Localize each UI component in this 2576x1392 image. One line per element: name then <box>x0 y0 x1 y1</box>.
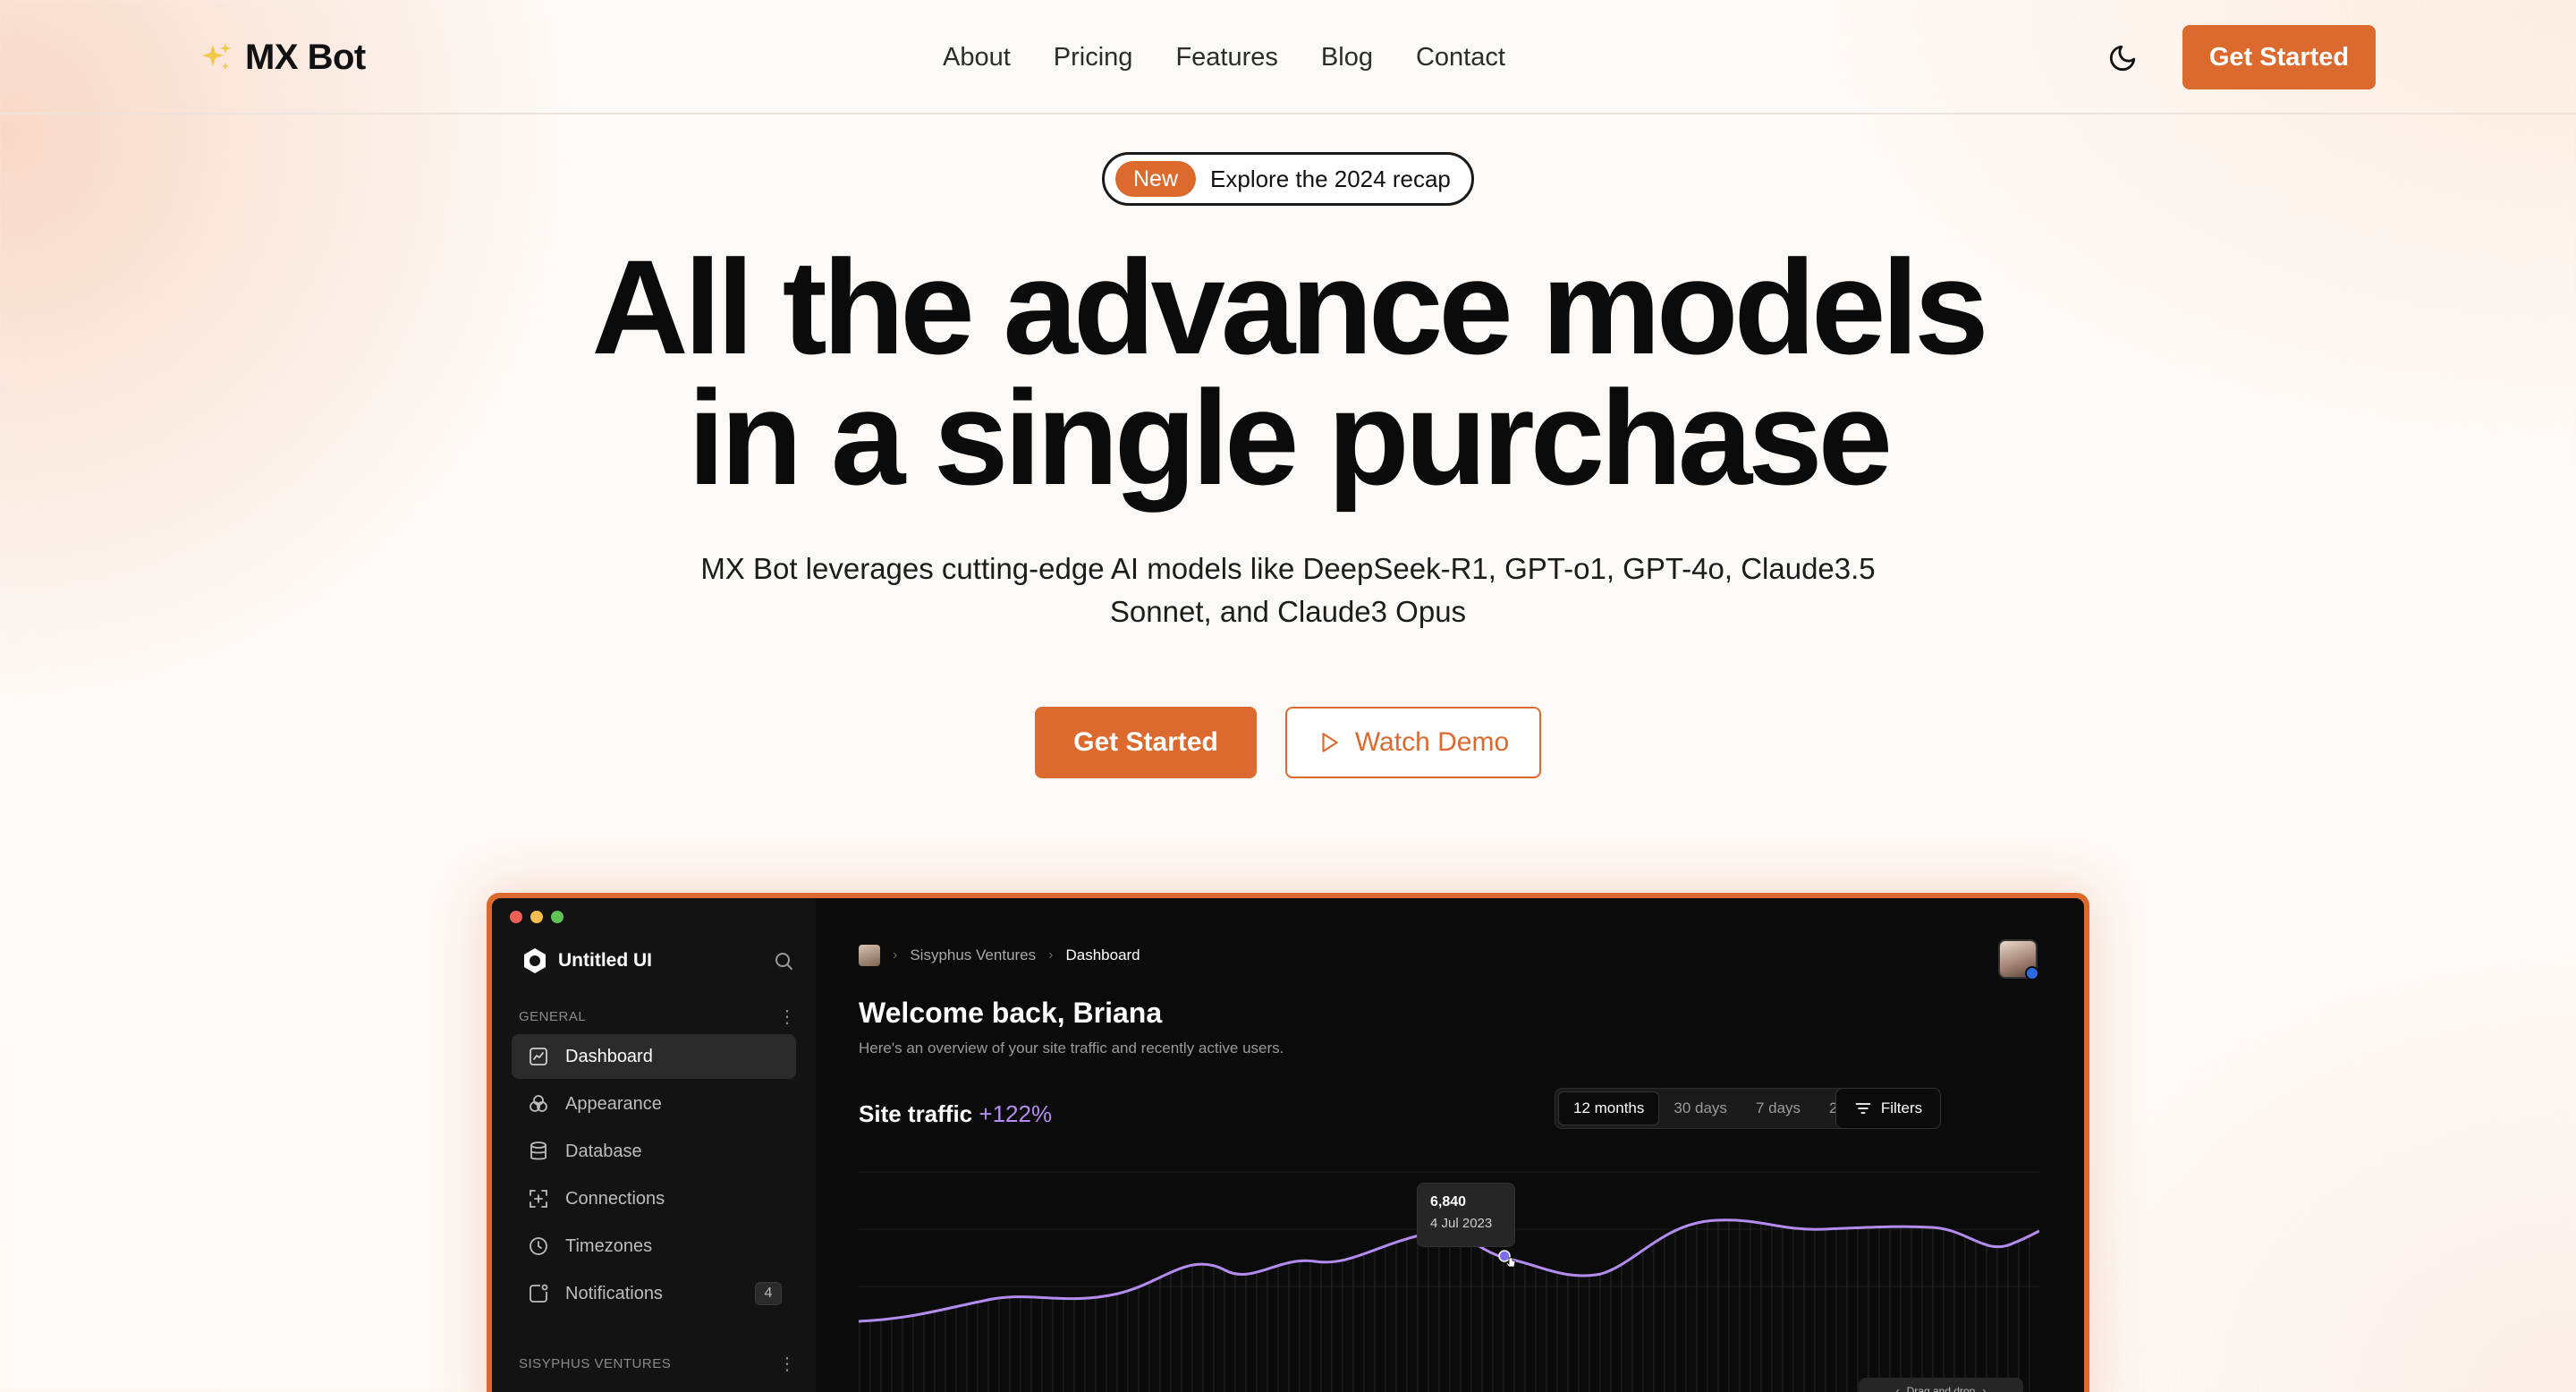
chevron-right-icon: › <box>893 947 898 963</box>
brand-name: MX Bot <box>245 37 366 77</box>
hero-subtitle-line-1: MX Bot leverages cutting-edge AI models … <box>700 552 1876 585</box>
sidebar-item-label: Appearance <box>565 1093 662 1114</box>
welcome-subtitle: Here's an overview of your site traffic … <box>859 1040 1284 1057</box>
tooltip-value: 6,840 <box>1430 1194 1467 1210</box>
chart-tooltip: 6,840 4 Jul 2023 <box>1417 1183 1515 1247</box>
nav-link-pricing[interactable]: Pricing <box>1054 43 1133 72</box>
drag-hint[interactable]: ‹ Drag and drop › <box>1859 1378 2023 1392</box>
site-traffic-change: +122% <box>979 1100 1053 1127</box>
hero-get-started-button[interactable]: Get Started <box>1035 707 1257 778</box>
preview-main: › Sisyphus Ventures › Dashboard Welcome … <box>816 898 2084 1392</box>
untitled-ui-logo-icon <box>524 948 546 973</box>
hero-subtitle: MX Bot leverages cutting-edge AI models … <box>662 547 1914 633</box>
tooltip-date: 4 Jul 2023 <box>1430 1216 1493 1231</box>
sparkles-icon <box>202 43 231 70</box>
nav-links: About Pricing Features Blog Contact <box>943 36 1505 79</box>
verified-icon <box>2025 966 2039 980</box>
theme-toggle-button[interactable] <box>2102 38 2143 79</box>
hero-title-line-1: All the advance models <box>591 232 1988 382</box>
app-name: Untitled UI <box>558 950 652 971</box>
filters-label: Filters <box>1880 1099 1923 1116</box>
range-30-days[interactable]: 30 days <box>1659 1091 1741 1125</box>
sidebar-section-general: GENERAL <box>519 1009 587 1024</box>
nav-link-about[interactable]: About <box>943 43 1011 72</box>
sidebar-item-connections[interactable]: Connections <box>512 1176 796 1221</box>
hero-title: All the advance models in a single purch… <box>394 240 2182 505</box>
watch-demo-button[interactable]: Watch Demo <box>1285 707 1541 778</box>
chevron-left-icon: ‹ <box>1895 1385 1900 1392</box>
sidebar-item-dashboard[interactable]: Dashboard <box>512 1034 796 1079</box>
range-7-days[interactable]: 7 days <box>1741 1091 1815 1125</box>
sidebar-item-appearance[interactable]: Appearance <box>512 1082 796 1126</box>
range-12-months[interactable]: 12 months <box>1558 1091 1660 1125</box>
org-avatar <box>859 945 880 966</box>
app-logo[interactable]: Untitled UI <box>521 946 652 975</box>
notifications-count-badge: 4 <box>755 1282 782 1305</box>
breadcrumb-org[interactable]: Sisyphus Ventures <box>910 946 1036 964</box>
top-navbar: MX Bot About Pricing Features Blog Conta… <box>0 0 2576 115</box>
nav-get-started-button[interactable]: Get Started <box>2182 25 2376 89</box>
workspace-menu-kebab-icon[interactable]: ⋮ <box>778 1353 796 1375</box>
welcome-title: Welcome back, Briana <box>859 997 1163 1029</box>
minimize-dot[interactable] <box>530 911 543 923</box>
sidebar-item-database[interactable]: Database <box>512 1129 796 1174</box>
announcement-text: Explore the 2024 recap <box>1210 165 1451 192</box>
hero-title-line-2: in a single purchase <box>687 362 1893 513</box>
hero-subtitle-line-2: Sonnet, and Claude3 Opus <box>1109 595 1467 628</box>
nav-link-contact[interactable]: Contact <box>1416 43 1505 72</box>
sidebar-item-label: Timezones <box>565 1235 653 1256</box>
sidebar-item-label: Connections <box>565 1188 665 1209</box>
brand-logo[interactable]: MX Bot <box>199 32 366 82</box>
new-badge: New <box>1115 161 1197 197</box>
app-preview: Untitled UI GENERAL ⋮ Dashboard Appearan… <box>492 898 2084 1392</box>
window-controls <box>510 911 564 923</box>
connections-icon <box>526 1186 551 1211</box>
drag-hint-label: Drag and drop <box>1906 1385 1976 1392</box>
sidebar-section-workspace: SISYPHUS VENTURES <box>519 1356 672 1371</box>
close-dot[interactable] <box>510 911 522 923</box>
breadcrumb: › Sisyphus Ventures › Dashboard <box>859 945 1140 966</box>
moon-icon <box>2109 45 2136 72</box>
nav-link-features[interactable]: Features <box>1175 43 1277 72</box>
play-icon <box>1322 733 1338 752</box>
sidebar-item-label: Notifications <box>565 1283 663 1303</box>
database-icon <box>526 1139 551 1164</box>
chart-hover-point[interactable] <box>1498 1250 1511 1262</box>
nav-link-blog[interactable]: Blog <box>1321 43 1373 72</box>
clock-icon <box>526 1234 551 1259</box>
announcement-pill[interactable]: New Explore the 2024 recap <box>1102 152 1474 206</box>
chart-icon <box>526 1044 551 1069</box>
bell-icon <box>526 1281 551 1306</box>
sidebar-item-timezones[interactable]: Timezones <box>512 1224 796 1269</box>
watch-demo-label: Watch Demo <box>1354 727 1510 757</box>
sidebar-item-label: Dashboard <box>565 1046 653 1066</box>
general-menu-kebab-icon[interactable]: ⋮ <box>778 1006 796 1028</box>
filter-lines-icon <box>1855 1103 1871 1114</box>
user-avatar[interactable] <box>1998 939 2039 980</box>
chevron-right-icon: › <box>1048 947 1054 963</box>
breadcrumb-current[interactable]: Dashboard <box>1065 946 1140 964</box>
filters-button[interactable]: Filters <box>1835 1088 1941 1129</box>
sidebar-item-notifications[interactable]: Notifications 4 <box>512 1271 796 1316</box>
site-traffic-label: Site traffic <box>859 1100 973 1127</box>
chevron-right-icon: › <box>1982 1385 1987 1392</box>
palette-icon <box>526 1091 551 1116</box>
preview-sidebar: Untitled UI GENERAL ⋮ Dashboard Appearan… <box>492 898 816 1392</box>
app-preview-frame: Untitled UI GENERAL ⋮ Dashboard Appearan… <box>487 893 2089 1392</box>
sidebar-item-label: Database <box>565 1141 642 1161</box>
maximize-dot[interactable] <box>551 911 564 923</box>
search-icon[interactable] <box>773 950 794 972</box>
site-traffic-heading: Site traffic +122% <box>859 1100 1052 1128</box>
